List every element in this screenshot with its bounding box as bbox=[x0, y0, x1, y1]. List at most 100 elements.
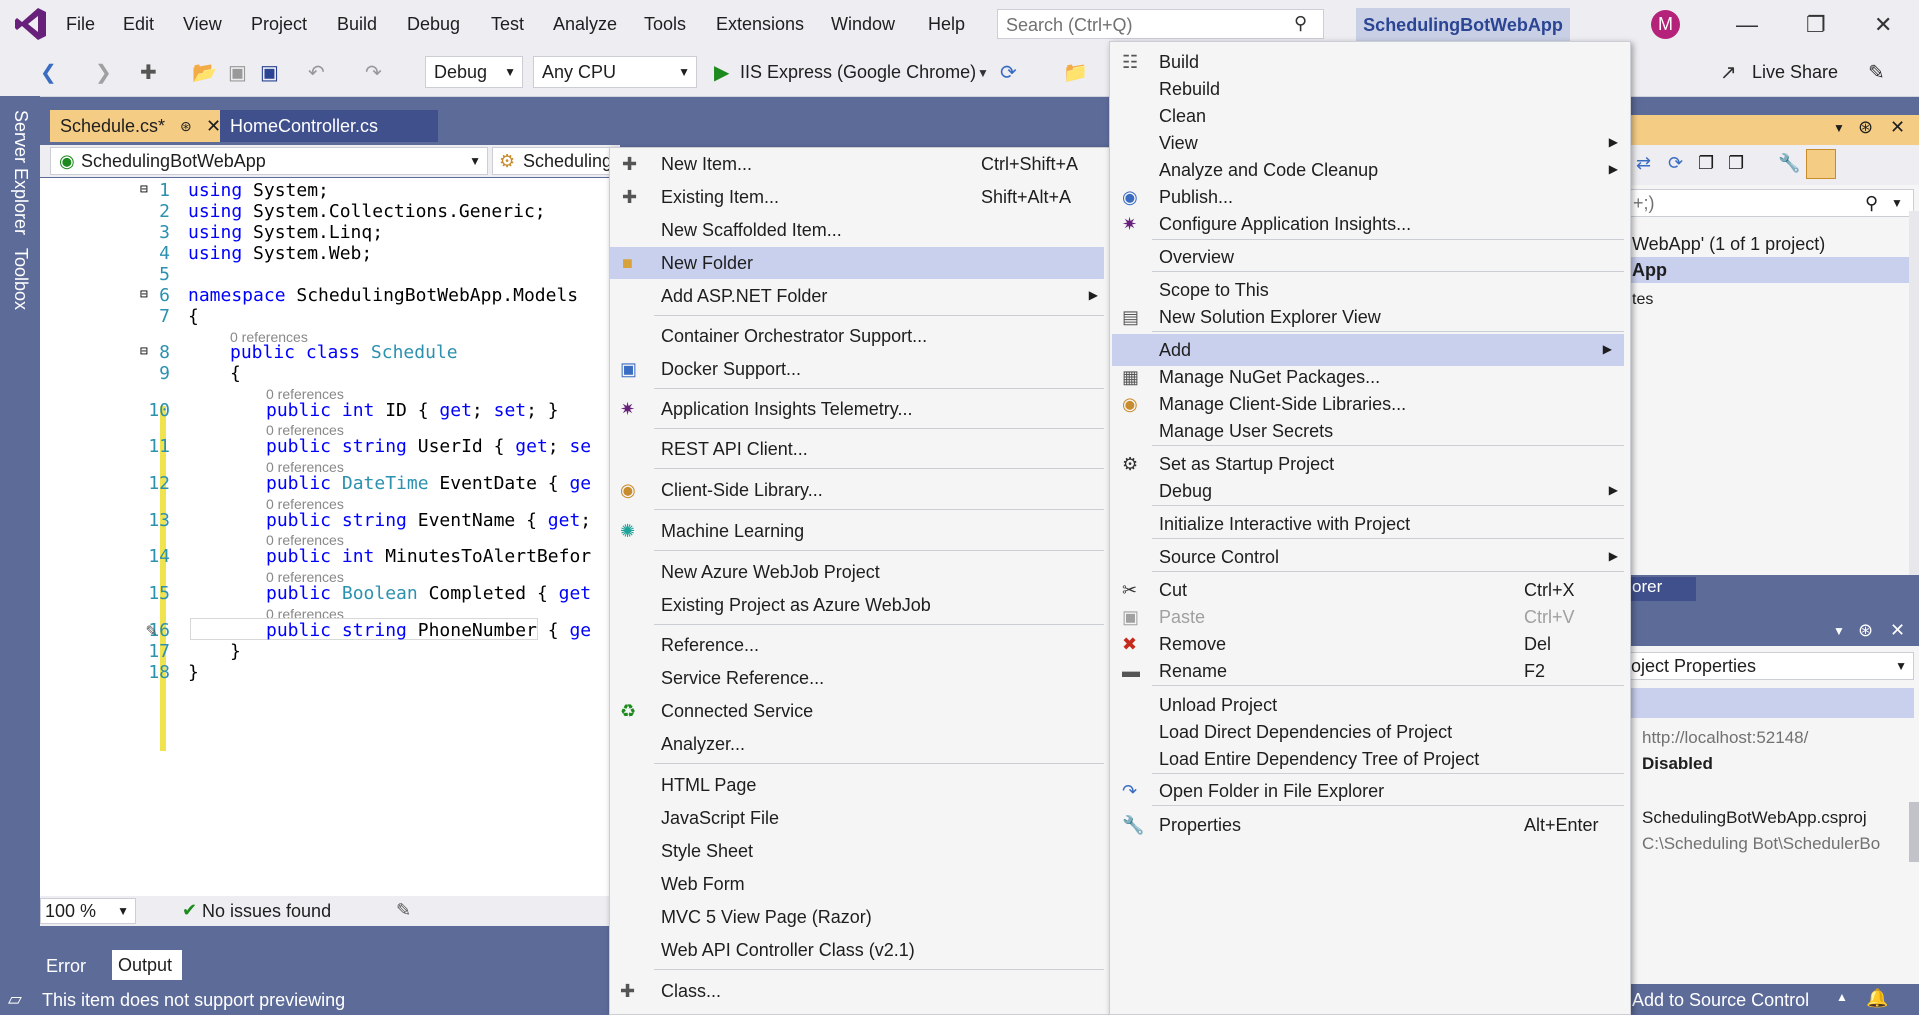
pin-icon[interactable]: ⊛ bbox=[1858, 620, 1873, 641]
menu-item-rename[interactable]: ▬ Rename F2 bbox=[1110, 655, 1630, 687]
zoom-dropdown[interactable]: 100 % ▼ bbox=[40, 898, 136, 924]
solution-node[interactable]: WebApp' (1 of 1 project) bbox=[1632, 234, 1825, 255]
redo-icon[interactable]: ↷ bbox=[365, 60, 382, 85]
add-to-source-control[interactable]: Add to Source Control bbox=[1632, 990, 1809, 1011]
save-icon[interactable]: ▣ bbox=[228, 60, 247, 85]
refresh-icon[interactable]: ⟳ bbox=[1000, 60, 1017, 85]
properties-object-dropdown[interactable]: oject Properties ▼ bbox=[1628, 652, 1914, 680]
close-icon[interactable]: ✕ bbox=[206, 110, 221, 142]
collapse-icon[interactable]: ⊟ bbox=[140, 287, 148, 302]
cleanup-brush-icon[interactable]: ✎ bbox=[396, 900, 411, 921]
collapse-icon[interactable]: ⊟ bbox=[140, 344, 148, 359]
live-share-button[interactable]: Live Share bbox=[1752, 62, 1838, 83]
toolbox-tab[interactable]: Toolbox bbox=[10, 248, 31, 310]
menu-edit[interactable]: Edit bbox=[123, 14, 154, 35]
notifications-icon[interactable]: 🔔 bbox=[1866, 988, 1888, 1009]
menu-item-open-folder[interactable]: ↷ Open Folder in File Explorer bbox=[1110, 775, 1630, 807]
collapse-icon[interactable]: ⊟ bbox=[140, 182, 148, 197]
back-icon[interactable]: ❮ bbox=[40, 60, 57, 85]
chevron-down-icon[interactable]: ▼ bbox=[1833, 624, 1845, 638]
code-editor[interactable]: 1 2 3 4 5 6 7 8 9 10 11 12 13 14 15 16 1… bbox=[40, 178, 610, 896]
scrollbar[interactable] bbox=[1909, 802, 1919, 862]
menu-item-overview[interactable]: Overview bbox=[1110, 241, 1630, 273]
menu-item-load-dependency-tree[interactable]: Load Entire Dependency Tree of Project bbox=[1110, 743, 1630, 775]
collapse-all-icon[interactable]: ❐ bbox=[1698, 153, 1714, 174]
save-all-icon[interactable]: ▣ bbox=[260, 60, 279, 85]
menu-project[interactable]: Project bbox=[251, 14, 307, 35]
menu-item-new-azure-webjob[interactable]: New Azure WebJob Project bbox=[610, 556, 1110, 588]
visual-studio-logo-icon[interactable] bbox=[14, 6, 48, 42]
menu-item-service-reference[interactable]: Service Reference... bbox=[610, 662, 1110, 694]
menu-item-analyzer[interactable]: Analyzer... bbox=[610, 728, 1110, 760]
menu-extensions[interactable]: Extensions bbox=[716, 14, 804, 35]
undo-icon[interactable]: ↶ bbox=[308, 60, 325, 85]
avatar[interactable]: M bbox=[1651, 10, 1680, 39]
menu-item-web-api-controller[interactable]: Web API Controller Class (v2.1) bbox=[610, 934, 1110, 966]
menu-item-docker-support[interactable]: ▣ Docker Support... bbox=[610, 353, 1110, 385]
menu-item-class[interactable]: ✚ Class... bbox=[610, 975, 1110, 1007]
close-icon[interactable]: ✕ bbox=[1890, 117, 1905, 138]
chevron-down-icon[interactable]: ▼ bbox=[1833, 121, 1845, 135]
menu-item-container-orchestrator[interactable]: Container Orchestrator Support... bbox=[610, 320, 1110, 352]
scrollbar[interactable] bbox=[1909, 211, 1919, 575]
menu-item-mvc-view[interactable]: MVC 5 View Page (Razor) bbox=[610, 901, 1110, 933]
tab-homecontroller-cs[interactable]: HomeController.cs bbox=[220, 110, 438, 142]
menu-debug[interactable]: Debug bbox=[407, 14, 460, 35]
menu-item-configure-insights[interactable]: ✷ Configure Application Insights... bbox=[1110, 208, 1630, 240]
menu-build[interactable]: Build bbox=[337, 14, 377, 35]
run-icon[interactable]: ▶ bbox=[714, 60, 729, 85]
chevron-up-icon[interactable]: ▲ bbox=[1836, 990, 1848, 1004]
minimize-icon[interactable]: — bbox=[1736, 12, 1758, 38]
property-project-file[interactable]: SchedulingBotWebApp.csproj bbox=[1642, 808, 1867, 828]
browse-icon[interactable]: 📁 bbox=[1063, 60, 1088, 85]
menu-item-style-sheet[interactable]: Style Sheet bbox=[610, 835, 1110, 867]
menu-item-new-scaffolded-item[interactable]: New Scaffolded Item... bbox=[610, 214, 1110, 246]
property-project-folder[interactable]: C:\Scheduling Bot\SchedulerBo bbox=[1642, 834, 1880, 854]
forward-icon[interactable]: ❯ bbox=[95, 60, 112, 85]
close-icon[interactable]: ✕ bbox=[1874, 12, 1892, 38]
menu-item-new-item[interactable]: ✚ New Item... Ctrl+Shift+A bbox=[610, 148, 1110, 180]
menu-window[interactable]: Window bbox=[831, 14, 895, 35]
run-target[interactable]: IIS Express (Google Chrome) bbox=[740, 62, 976, 83]
tab-solution-explorer[interactable]: orer bbox=[1628, 577, 1696, 601]
menu-item-manage-user-secrets[interactable]: Manage User Secrets bbox=[1110, 415, 1630, 447]
project-node-selected[interactable]: App bbox=[1628, 257, 1910, 283]
menu-item-initialize-interactive[interactable]: Initialize Interactive with Project bbox=[1110, 508, 1630, 540]
property-ssl[interactable]: Disabled bbox=[1642, 754, 1713, 774]
pin-icon[interactable]: ⊛ bbox=[1858, 117, 1873, 138]
menu-item-add-aspnet-folder[interactable]: Add ASP.NET Folder ▶ bbox=[610, 280, 1110, 312]
menu-tools[interactable]: Tools bbox=[644, 14, 686, 35]
menu-item-new-folder[interactable]: ■ New Folder bbox=[610, 247, 1104, 279]
server-explorer-tab[interactable]: Server Explorer bbox=[10, 110, 31, 235]
project-nav-dropdown[interactable]: ◉ SchedulingBotWebApp ▼ bbox=[50, 147, 488, 175]
menu-item-javascript-file[interactable]: JavaScript File bbox=[610, 802, 1110, 834]
menu-file[interactable]: File bbox=[66, 14, 95, 35]
menu-item-properties[interactable]: 🔧 Properties Alt+Enter bbox=[1110, 809, 1630, 841]
open-file-icon[interactable]: 📂 bbox=[192, 60, 217, 85]
menu-item-new-solution-view[interactable]: ▤ New Solution Explorer View bbox=[1110, 301, 1630, 333]
restore-icon[interactable]: ❐ bbox=[1806, 12, 1826, 38]
chevron-down-icon[interactable]: ▼ bbox=[1891, 196, 1903, 210]
menu-item-client-side-library[interactable]: ◉ Client-Side Library... bbox=[610, 474, 1110, 506]
menu-item-existing-item[interactable]: ✚ Existing Item... Shift+Alt+A bbox=[610, 181, 1110, 213]
chevron-down-icon[interactable]: ▼ bbox=[977, 66, 989, 80]
menu-item-debug[interactable]: Debug ▶ bbox=[1110, 475, 1630, 507]
feedback-icon[interactable]: ✎ bbox=[1868, 60, 1885, 85]
issues-status[interactable]: No issues found bbox=[202, 901, 331, 922]
solution-search[interactable]: +;) ⚲ ▼ bbox=[1628, 189, 1914, 217]
show-all-icon[interactable]: ❐ bbox=[1728, 153, 1744, 174]
menu-item-existing-azure-webjob[interactable]: Existing Project as Azure WebJob bbox=[610, 589, 1110, 621]
menu-item-web-form[interactable]: Web Form bbox=[610, 868, 1110, 900]
property-url[interactable]: http://localhost:52148/ bbox=[1642, 728, 1808, 748]
menu-view[interactable]: View bbox=[183, 14, 222, 35]
tab-output[interactable]: Output bbox=[112, 950, 182, 980]
menu-item-connected-service[interactable]: ♻ Connected Service bbox=[610, 695, 1110, 727]
menu-test[interactable]: Test bbox=[491, 14, 524, 35]
menu-item-reference[interactable]: Reference... bbox=[610, 629, 1110, 661]
search-box[interactable]: Search (Ctrl+Q) ⚲ bbox=[997, 9, 1324, 39]
properties-wrench-icon[interactable]: 🔧 bbox=[1778, 153, 1800, 174]
refresh-icon[interactable]: ⟳ bbox=[1668, 153, 1683, 174]
menu-item-source-control[interactable]: Source Control ▶ bbox=[1110, 541, 1630, 573]
new-project-icon[interactable]: ✚ bbox=[140, 60, 157, 85]
close-icon[interactable]: ✕ bbox=[1890, 620, 1905, 641]
